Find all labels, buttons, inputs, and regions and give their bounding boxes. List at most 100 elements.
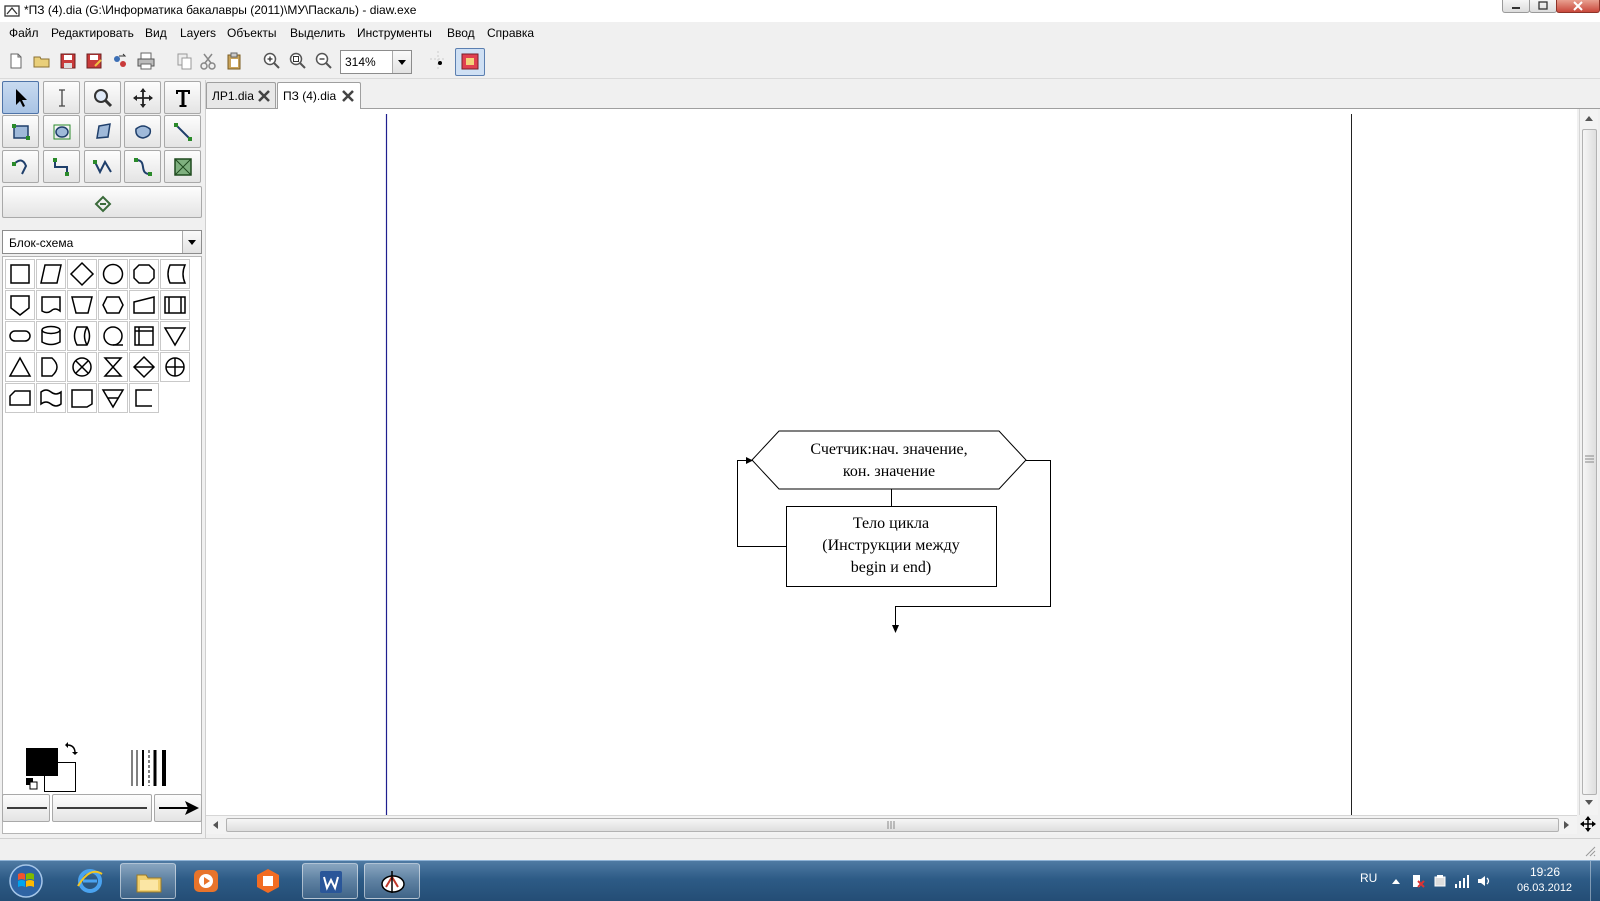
sheet-select[interactable]: Блок-схема [2, 230, 202, 254]
text-tool[interactable] [164, 81, 201, 114]
zoom-combo[interactable]: 314% [340, 50, 412, 74]
action-center-icon[interactable] [1410, 873, 1426, 889]
shape-collate[interactable] [98, 352, 128, 382]
scroll-right-icon[interactable] [1563, 820, 1571, 830]
menu-layers[interactable]: Layers [180, 26, 216, 40]
zigzag-tool[interactable] [43, 150, 80, 183]
network-signal-icon[interactable] [1454, 873, 1470, 889]
scroll-left-icon[interactable] [211, 820, 219, 830]
horizontal-scrollbar[interactable] [206, 815, 1577, 834]
start-button[interactable] [4, 862, 44, 900]
foreground-color-swatch[interactable] [26, 748, 58, 776]
shape-summing[interactable] [67, 352, 97, 382]
start-arrow-button[interactable] [2, 794, 50, 822]
taskbar-word[interactable] [302, 863, 358, 899]
shape-decision[interactable] [67, 259, 97, 289]
shape-connector[interactable] [98, 259, 128, 289]
tab-pz4[interactable]: ПЗ (4).dia [277, 82, 361, 109]
save-as-button[interactable] [84, 51, 104, 71]
tab-lr1[interactable]: ЛР1.dia [206, 82, 276, 108]
shape-database[interactable] [36, 321, 66, 351]
diagram-canvas[interactable]: Счетчик:нач. значение, кон. значение Тел… [206, 109, 1577, 815]
show-hidden-icons-icon[interactable] [1388, 873, 1404, 889]
polyline-tool[interactable] [84, 150, 121, 183]
shape-preparation[interactable] [129, 259, 159, 289]
menu-edit[interactable]: Редактировать [51, 26, 134, 40]
vertical-scroll-thumb[interactable] [1582, 129, 1597, 795]
zoom-in-button[interactable] [262, 51, 282, 71]
show-desktop-button[interactable] [1590, 861, 1600, 901]
shape-extract[interactable] [5, 352, 35, 382]
new-button[interactable] [6, 51, 26, 71]
shape-card[interactable] [5, 383, 35, 413]
shape-sort[interactable] [129, 352, 159, 382]
clock-date[interactable]: 06.03.2012 [1517, 882, 1572, 894]
shape-predefined[interactable] [160, 290, 190, 320]
sheet-dropdown-button[interactable] [182, 231, 201, 253]
line-width-selector[interactable] [130, 748, 172, 788]
shape-terminator[interactable] [5, 321, 35, 351]
menu-select[interactable]: Выделить [290, 26, 345, 40]
polygon-tool[interactable] [84, 115, 121, 148]
bezier-tool[interactable] [124, 150, 161, 183]
shape-process[interactable] [5, 259, 35, 289]
shape-data[interactable] [36, 259, 66, 289]
end-arrow-button[interactable] [154, 794, 202, 822]
snap-object-button[interactable] [455, 48, 485, 76]
vertical-scrollbar[interactable] [1579, 109, 1598, 815]
line-style-button[interactable] [52, 794, 152, 822]
zoom-dropdown-button[interactable] [392, 51, 411, 73]
shape-annotation[interactable] [129, 383, 159, 413]
shape-document[interactable] [36, 290, 66, 320]
shape-manual-input[interactable] [129, 290, 159, 320]
outline-tool[interactable] [2, 186, 202, 218]
print-button[interactable] [136, 51, 156, 71]
pointer-tool[interactable] [2, 81, 39, 114]
preparation-shape[interactable] [751, 430, 1027, 490]
taskbar-ie[interactable] [62, 863, 118, 899]
shape-manual-op[interactable] [67, 290, 97, 320]
menu-file[interactable]: Файл [9, 26, 39, 40]
resize-grip-icon[interactable] [1584, 845, 1596, 857]
open-button[interactable] [32, 51, 52, 71]
zoom-fit-button[interactable] [288, 51, 308, 71]
horizontal-scroll-thumb[interactable] [226, 818, 1559, 832]
shape-internal-storage[interactable] [129, 321, 159, 351]
close-tab-icon[interactable] [257, 89, 271, 103]
menu-objects[interactable]: Объекты [227, 26, 277, 40]
line-tool[interactable] [164, 115, 201, 148]
swap-colors-icon[interactable] [64, 742, 78, 756]
reset-colors-icon[interactable] [26, 778, 38, 790]
clock-time[interactable]: 19:26 [1530, 865, 1560, 879]
taskbar-explorer[interactable] [120, 863, 176, 899]
usb-device-icon[interactable] [1432, 873, 1448, 889]
menu-tools[interactable]: Инструменты [357, 26, 432, 40]
cut-button[interactable] [198, 51, 218, 71]
language-indicator[interactable]: RU [1360, 871, 1377, 885]
save-button[interactable] [58, 51, 78, 71]
taskbar-dia[interactable] [364, 863, 420, 899]
menu-help[interactable]: Справка [487, 26, 534, 40]
close-tab-icon[interactable] [341, 89, 355, 103]
volume-icon[interactable] [1476, 873, 1492, 889]
shape-transaction[interactable] [67, 383, 97, 413]
shape-offline-storage[interactable] [98, 383, 128, 413]
maximize-button[interactable] [1529, 0, 1557, 13]
shape-offpage[interactable] [5, 290, 35, 320]
shape-stored-data[interactable] [160, 259, 190, 289]
taskbar-office[interactable] [240, 863, 296, 899]
scroll-up-icon[interactable] [1584, 114, 1594, 122]
zoom-out-button[interactable] [314, 51, 334, 71]
box-tool[interactable] [2, 115, 39, 148]
arc-tool[interactable] [2, 150, 39, 183]
text-edit-tool[interactable] [43, 81, 80, 114]
scroll-tool[interactable] [124, 81, 161, 114]
ellipse-tool[interactable] [43, 115, 80, 148]
shape-or[interactable] [160, 352, 190, 382]
magnify-tool[interactable] [84, 81, 121, 114]
shape-sequential[interactable] [98, 321, 128, 351]
menu-input[interactable]: Ввод [447, 26, 475, 40]
snap-grid-button[interactable] [428, 51, 448, 71]
minimize-button[interactable] [1502, 0, 1530, 13]
beziergon-tool[interactable] [124, 115, 161, 148]
